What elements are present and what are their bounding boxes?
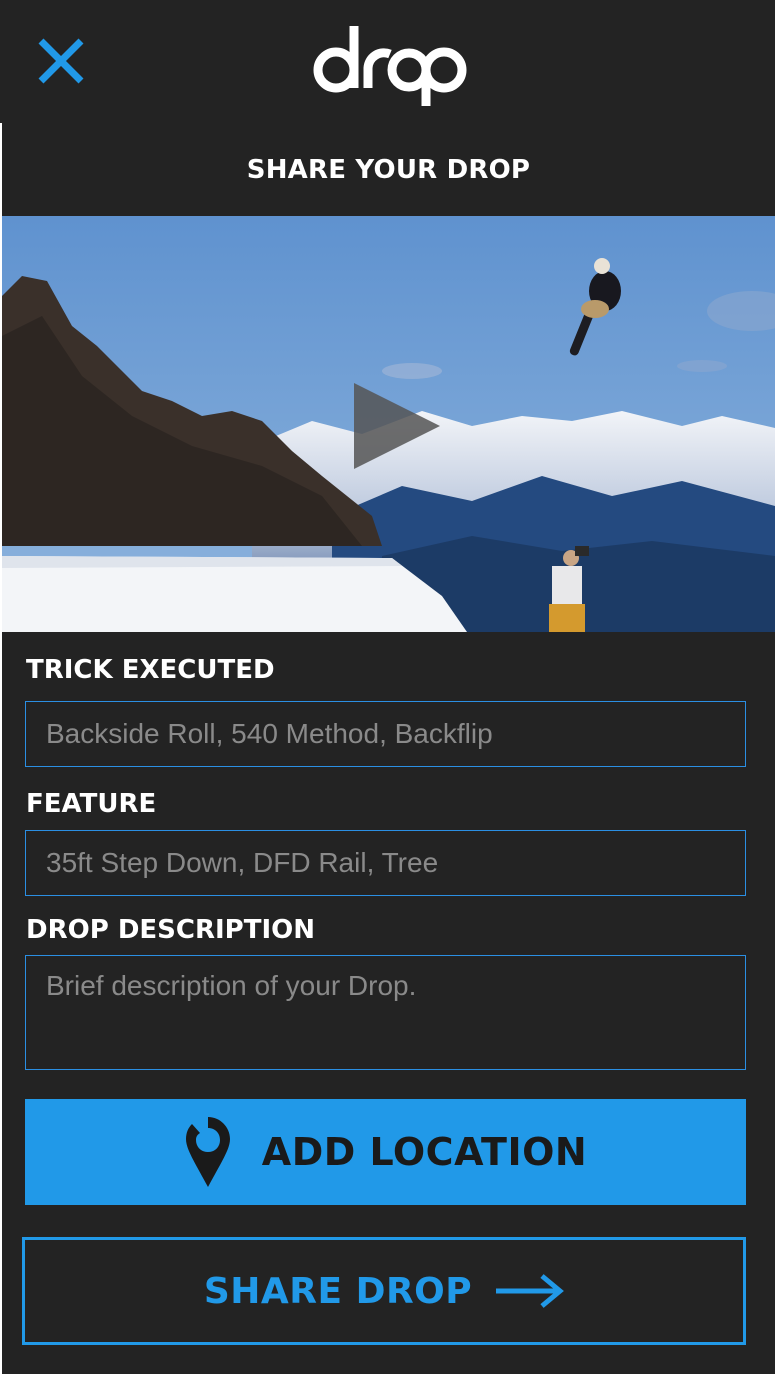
close-icon	[38, 38, 84, 84]
video-preview[interactable]	[2, 216, 775, 632]
add-location-label: ADD LOCATION	[261, 1130, 588, 1174]
drop-logo	[310, 22, 470, 108]
trick-label: TRICK EXECUTED	[26, 655, 275, 685]
feature-input[interactable]	[25, 830, 746, 896]
arrow-right-icon	[496, 1274, 565, 1308]
share-drop-button[interactable]: SHARE DROP	[22, 1237, 746, 1345]
feature-label: FEATURE	[26, 789, 157, 819]
close-button[interactable]	[36, 36, 86, 86]
share-drop-label: SHARE DROP	[203, 1270, 473, 1312]
page-title: SHARE YOUR DROP	[2, 123, 775, 216]
description-input[interactable]	[25, 955, 746, 1070]
description-label: DROP DESCRIPTION	[26, 915, 315, 945]
share-drop-screen: SHARE YOUR DROP TRICK EXECUTED Backside …	[2, 123, 775, 1374]
add-location-button[interactable]: ADD LOCATION	[25, 1099, 746, 1205]
trick-input[interactable]	[25, 701, 746, 767]
location-pin-icon	[185, 1117, 230, 1187]
top-bar	[0, 0, 775, 123]
